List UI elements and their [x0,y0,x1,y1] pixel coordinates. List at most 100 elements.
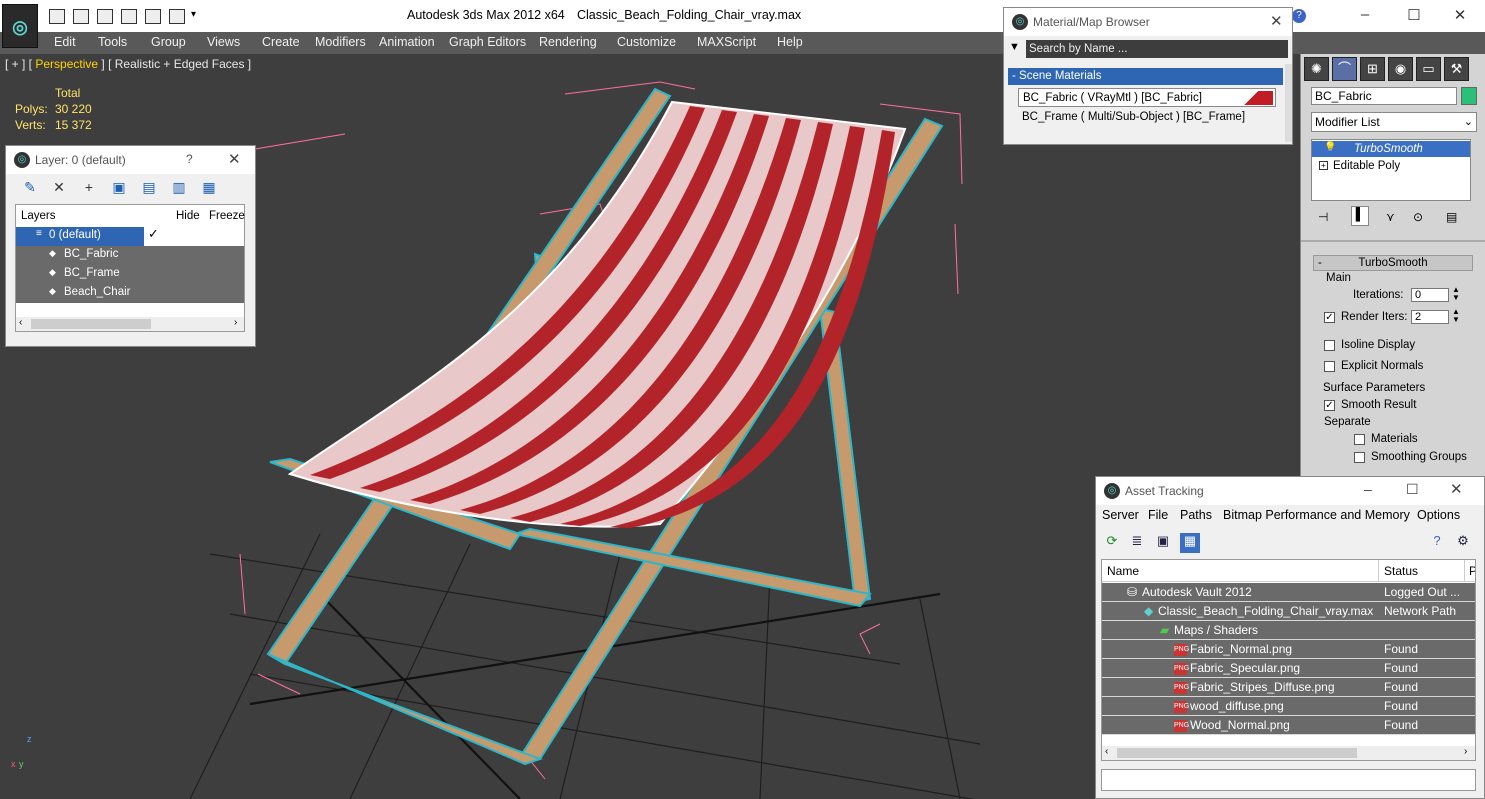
menu-views[interactable]: Views [207,35,240,49]
maximize-icon[interactable]: ☐ [1404,6,1424,24]
configure-sets-icon[interactable]: ▤ [1446,210,1457,224]
modifier-list-dropdown[interactable]: Modifier List ⌄ [1311,112,1477,132]
asset-row[interactable]: ◆ Classic_Beach_Folding_Chair_vray.max N… [1102,602,1475,621]
save-file-icon[interactable] [73,9,89,24]
scene-materials-group[interactable]: - Scene Materials [1008,68,1283,85]
expand-icon[interactable]: + [1319,161,1328,170]
add-to-layer-icon[interactable]: + [80,179,98,197]
layer-col-layers[interactable]: Layers [21,210,56,222]
separate-smoothing-groups-checkbox[interactable] [1354,452,1365,463]
viewport-label-shading[interactable]: ] [ Realistic + Edged Faces ] [98,57,251,71]
layer-row-default[interactable]: ≡ 0 (default) [16,227,144,246]
asset-path-field[interactable] [1101,769,1476,791]
delete-layer-icon[interactable]: ✕ [50,179,68,197]
open-file-icon[interactable] [49,9,65,24]
asset-h-scrollbar[interactable]: ‹ › [1102,746,1475,760]
menu-customize[interactable]: Customize [617,35,676,49]
show-end-result-icon[interactable]: ▌ [1351,206,1369,226]
material-search-input[interactable]: Search by Name ... [1026,40,1288,58]
col-status[interactable]: Status [1384,564,1418,578]
create-layer-icon[interactable]: ✎ [21,179,39,197]
browser-options-icon[interactable]: ▼ [1009,41,1020,53]
select-objects-icon[interactable]: ▣ [110,179,128,197]
separate-materials-checkbox[interactable] [1354,434,1365,445]
layer-row-beach-chair[interactable]: ◆ Beach_Chair [16,284,244,303]
layer-row-bc-frame[interactable]: ◆ BC_Frame [16,265,244,284]
scroll-left-icon[interactable]: ‹ [1105,746,1108,757]
asset-row[interactable]: ▰ Maps / Shaders [1102,621,1475,640]
at-menu-options[interactable]: Options [1417,508,1460,522]
material-browser-close-icon[interactable]: ✕ [1270,12,1283,30]
menu-edit[interactable]: Edit [54,35,76,49]
scroll-left-icon[interactable]: ‹ [19,317,22,328]
app-logo-icon[interactable]: ◎ [2,4,38,48]
settings-icon[interactable]: ⚙ [1453,533,1473,553]
hide-all-icon[interactable]: ▥ [170,179,188,197]
menu-graph-editors[interactable]: Graph Editors [449,35,526,49]
asset-row[interactable]: ⛁ Autodesk Vault 2012 Logged Out ... [1102,583,1475,602]
layer-row-bc-fabric[interactable]: ◆ BC_Fabric [16,246,244,265]
create-tab-icon[interactable]: ✺ [1304,57,1329,81]
asset-row[interactable]: PNG Fabric_Stripes_Diffuse.png Found [1102,678,1475,697]
asset-row[interactable]: PNG Fabric_Normal.png Found [1102,640,1475,659]
viewport-label[interactable]: [ + ] [ Perspective ] [ Realistic + Edge… [5,57,251,71]
material-browser-titlebar[interactable]: ◎ Material/Map Browser ✕ [1004,8,1292,36]
minimize-icon[interactable]: – [1355,6,1375,24]
menu-tools[interactable]: Tools [98,35,127,49]
scroll-thumb[interactable] [1117,748,1357,758]
material-row-bc-fabric[interactable]: BC_Fabric ( VRayMtl ) [BC_Fabric] [1018,88,1276,107]
explicit-normals-checkbox[interactable] [1324,361,1335,372]
layer-help-icon[interactable]: ? [186,152,193,166]
modify-tab-icon[interactable]: ⌒ [1332,57,1357,81]
active-layer-check-icon[interactable]: ✓ [148,226,159,242]
iterations-spinner[interactable]: 0 [1411,288,1449,302]
menu-group[interactable]: Group [151,35,186,49]
asset-row[interactable]: PNG Wood_Normal.png Found [1102,716,1475,735]
lightbulb-icon[interactable]: 💡 [1324,142,1336,153]
at-menu-file[interactable]: File [1148,508,1168,522]
help-icon[interactable]: ? [1427,533,1447,553]
display-tab-icon[interactable]: ▭ [1416,57,1441,81]
menu-animation[interactable]: Animation [379,35,435,49]
col-name[interactable]: Name [1107,564,1139,578]
layer-col-freeze[interactable]: Freeze [209,210,245,222]
viewport-label-view[interactable]: Perspective [35,57,98,71]
smooth-result-checkbox[interactable]: ✓ [1324,400,1335,411]
list-view-icon[interactable]: ≣ [1127,533,1147,553]
render-iters-spinner[interactable]: 2 [1411,310,1449,324]
refresh-icon[interactable]: ⟳ [1102,533,1122,553]
maximize-icon[interactable]: ☐ [1406,481,1419,498]
freeze-all-icon[interactable]: ▦ [200,179,218,197]
scroll-right-icon[interactable]: › [1464,746,1467,757]
turbosmooth-rollout-header[interactable]: - TurboSmooth [1313,255,1473,271]
asset-row[interactable]: PNG wood_diffuse.png Found [1102,697,1475,716]
highlight-layer-icon[interactable]: ▤ [140,179,158,197]
render-iters-checkbox[interactable]: ✓ [1324,312,1335,323]
asset-row[interactable]: PNG Fabric_Specular.png Found [1102,659,1475,678]
menu-help[interactable]: Help [777,35,803,49]
remove-modifier-icon[interactable]: ⊙ [1413,210,1423,224]
at-menu-paths[interactable]: Paths [1180,508,1212,522]
col-path[interactable]: P [1469,564,1475,578]
utilities-tab-icon[interactable]: ⚒ [1444,57,1469,81]
menu-rendering[interactable]: Rendering [539,35,597,49]
layer-close-icon[interactable]: ✕ [228,150,241,168]
menu-create[interactable]: Create [262,35,300,49]
layer-col-hide[interactable]: Hide [176,210,200,222]
minimize-icon[interactable]: – [1364,481,1372,497]
fetch-icon[interactable] [169,9,185,24]
table-view-icon[interactable]: ▦ [1180,533,1200,553]
make-unique-icon[interactable]: ⋎ [1386,210,1395,224]
close-icon[interactable]: ✕ [1450,6,1470,24]
undo-icon[interactable] [97,9,113,24]
menu-modifiers[interactable]: Modifiers [315,35,366,49]
hold-icon[interactable] [145,9,161,24]
menu-maxscript[interactable]: MAXScript [697,35,756,49]
hierarchy-tab-icon[interactable]: ⊞ [1360,57,1385,81]
scroll-right-icon[interactable]: › [234,317,237,328]
quick-access-dropdown-icon[interactable]: ▾ [191,9,196,20]
material-row-bc-frame[interactable]: BC_Frame ( Multi/Sub-Object ) [BC_Frame] [1018,108,1276,127]
asset-tracking-close-icon[interactable]: ✕ [1450,480,1463,498]
help-icon[interactable]: ? [1292,9,1306,23]
thumbnail-view-icon[interactable]: ▣ [1153,533,1173,553]
